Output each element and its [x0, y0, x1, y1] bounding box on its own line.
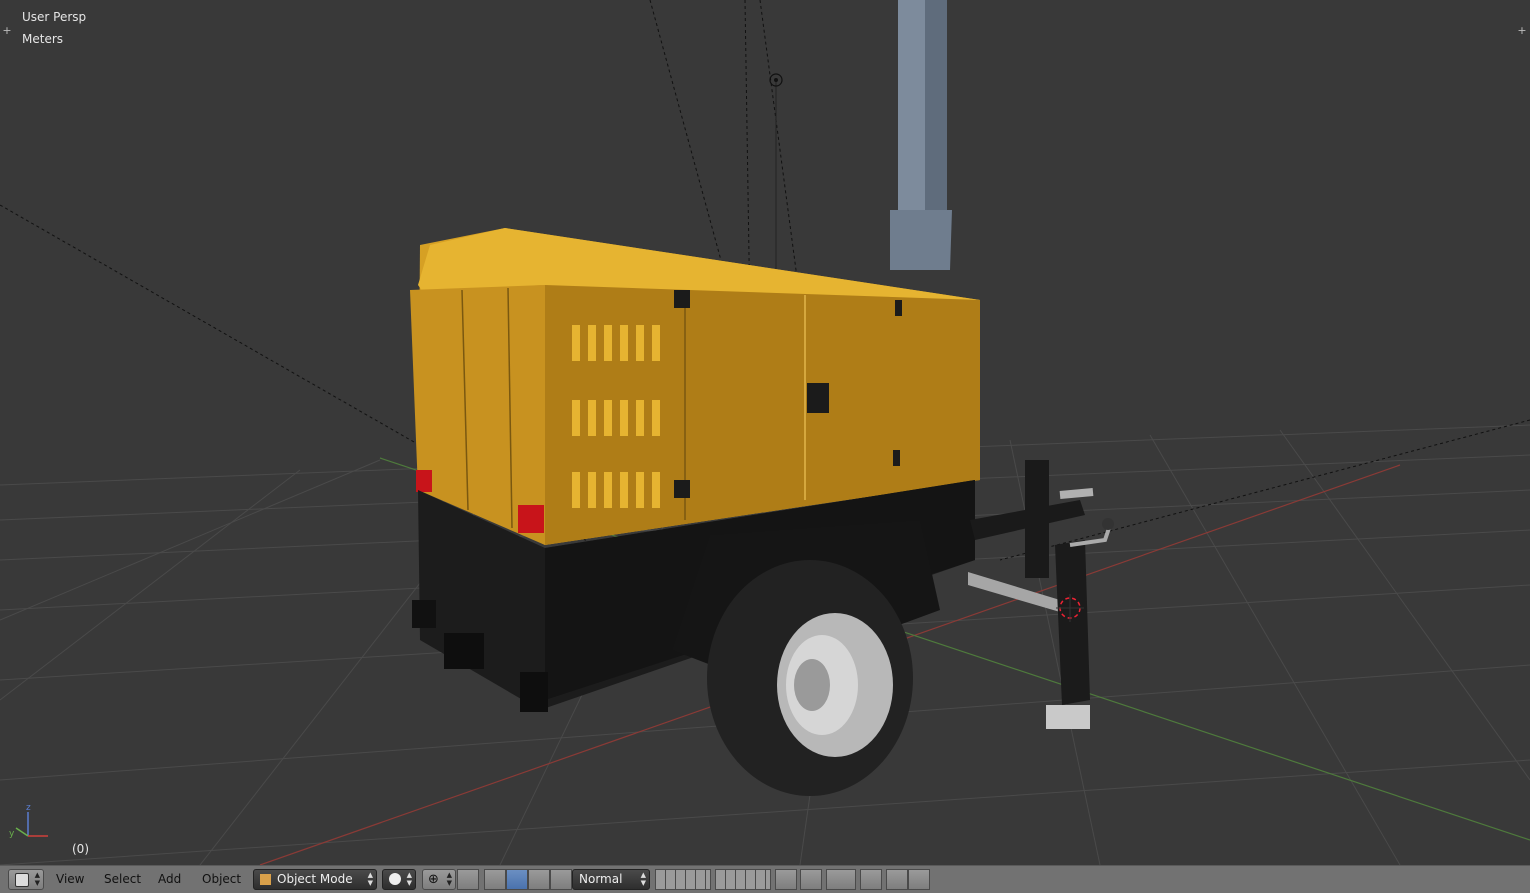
cube-icon [260, 874, 271, 885]
snap-element-icon[interactable] [550, 869, 572, 890]
mode-label: Object Mode [277, 872, 353, 886]
mode-selector[interactable]: Object Mode ▲ ▼ [253, 869, 377, 890]
orientation-label: Normal [579, 872, 623, 886]
layers-icon[interactable] [655, 869, 711, 890]
snap-icon[interactable] [826, 869, 856, 890]
proportional-edit-icon[interactable] [800, 869, 822, 890]
svg-text:z: z [26, 803, 31, 813]
pivot-point-icon: ⊕ [428, 872, 439, 887]
menu-object[interactable]: Object [202, 872, 241, 886]
sphere-icon [389, 873, 401, 885]
axis-gizmo: z y [9, 803, 48, 839]
view-name-label: User Persp [22, 10, 87, 24]
render-icon[interactable] [886, 869, 908, 890]
3d-view-icon [15, 873, 29, 887]
3d-scene[interactable]: z y [0, 0, 1530, 865]
viewport-shading-button[interactable]: ▲ ▼ [382, 869, 416, 890]
editor-type-button[interactable]: ▲ ▼ [8, 869, 44, 890]
toolshelf-toggle-icon[interactable]: + [2, 25, 12, 37]
3d-viewport[interactable]: z y User Persp Meters (0) + + [0, 0, 1530, 865]
pivot-point-button[interactable]: ⊕ ▲ ▼ [422, 869, 456, 890]
units-label: Meters [22, 32, 64, 46]
snap-target-icon[interactable] [860, 869, 882, 890]
trailer-wheel[interactable] [707, 560, 913, 796]
menu-add[interactable]: Add [158, 872, 181, 886]
svg-text:y: y [9, 829, 15, 839]
scale-icon[interactable] [528, 869, 550, 890]
transform-orientation-selector[interactable]: Normal ▲ ▼ [572, 869, 650, 890]
3d-view-header: ▲ ▼ View Select Add Object Object Mode ▲ ▼… [0, 865, 1530, 893]
rotate-icon[interactable] [506, 869, 528, 890]
properties-toggle-icon[interactable]: + [1517, 25, 1527, 37]
translate-icon[interactable] [484, 869, 506, 890]
menu-select[interactable]: Select [104, 872, 141, 886]
render-anim-icon[interactable] [908, 869, 930, 890]
menu-view[interactable]: View [56, 872, 84, 886]
frame-number-label: (0) [72, 842, 89, 856]
manipulator-toggle-icon[interactable] [457, 869, 479, 890]
layers-icon-2[interactable] [715, 869, 771, 890]
lock-icon[interactable] [775, 869, 797, 890]
